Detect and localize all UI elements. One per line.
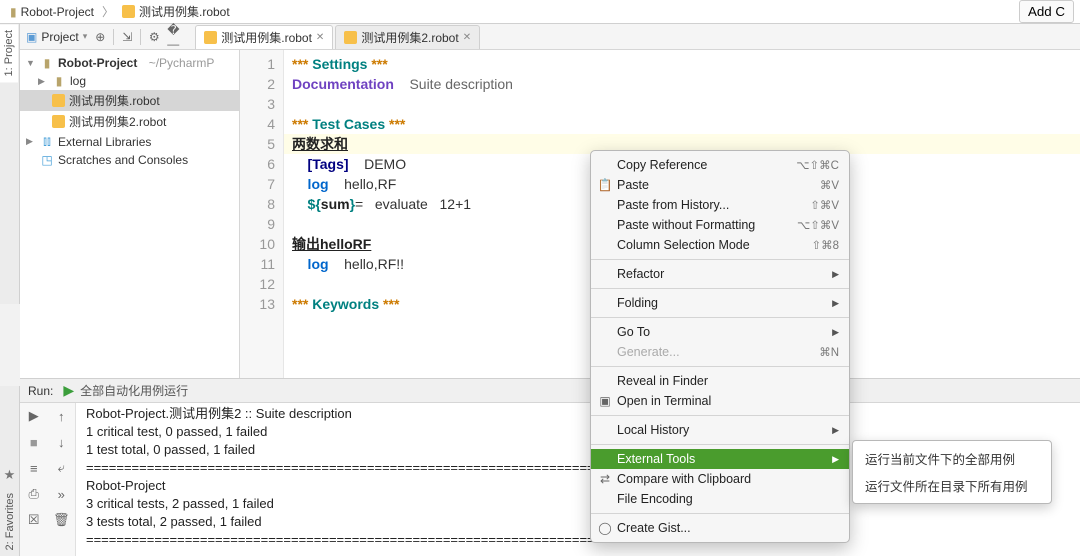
project-tool-tab[interactable]: 1: Project — [0, 24, 18, 82]
ctx-refactor[interactable]: Refactor — [591, 264, 849, 284]
ctx-goto[interactable]: Go To — [591, 322, 849, 342]
library-icon: ⫾⫾ — [40, 134, 54, 149]
editor-tab-1[interactable]: 测试用例集.robot✕ — [195, 25, 333, 49]
run-side-tools: ▶ ↑ ■ ↓ ≡ ⤶ ⎙ » ☒ 🗑 — [20, 403, 76, 556]
down-stack-button[interactable]: ↓ — [48, 429, 76, 455]
clipboard-icon: 📋 — [597, 178, 613, 192]
submenu-run-current-file[interactable]: 运行当前文件下的全部用例 — [853, 445, 1051, 472]
ctx-generate: Generate...⌘N — [591, 342, 849, 362]
ctx-paste[interactable]: 📋Paste⌘V — [591, 175, 849, 195]
folder-icon: ▮ — [40, 56, 54, 70]
line-gutter: 12345678910111213 — [240, 50, 284, 378]
gear-icon[interactable]: ⚙ — [147, 30, 161, 44]
scroll-end-button[interactable]: » — [48, 481, 76, 507]
tree-file-2[interactable]: 测试用例集2.robot — [20, 111, 239, 132]
ctx-compare-clipboard[interactable]: ⇄Compare with Clipboard — [591, 469, 849, 489]
robot-file-icon — [52, 115, 65, 128]
ctx-paste-no-fmt[interactable]: Paste without Formatting⌥⇧⌘V — [591, 215, 849, 235]
ctx-folding[interactable]: Folding — [591, 293, 849, 313]
project-tree-panel: ▼▮Robot-Project ~/PycharmP ▶▮log 测试用例集.r… — [20, 50, 240, 378]
soft-wrap-button[interactable]: ⤶ — [48, 455, 76, 481]
context-menu: Copy Reference⌥⇧⌘C 📋Paste⌘V Paste from H… — [590, 150, 850, 543]
ctx-create-gist[interactable]: ◯Create Gist... — [591, 518, 849, 538]
editor-tab-bar: 测试用例集.robot✕ 测试用例集2.robot✕ — [195, 25, 480, 49]
robot-file-icon — [52, 94, 65, 107]
diff-icon: ⇄ — [597, 472, 613, 486]
tree-log[interactable]: ▶▮log — [20, 72, 239, 90]
ctx-column-select[interactable]: Column Selection Mode⇧⌘8 — [591, 235, 849, 255]
ctx-external-tools[interactable]: External Tools — [591, 449, 849, 469]
stop-button[interactable]: ■ — [20, 429, 48, 455]
editor-tab-2[interactable]: 测试用例集2.robot✕ — [335, 25, 480, 49]
rerun-button[interactable]: ▶ — [20, 403, 48, 429]
ctx-paste-history[interactable]: Paste from History...⇧⌘V — [591, 195, 849, 215]
project-label: ▣Project▾ — [26, 30, 87, 44]
up-stack-button[interactable]: ↑ — [48, 403, 76, 429]
breadcrumb-file[interactable]: 测试用例集.robot — [118, 2, 234, 21]
left-tool-strip: 1: Project — [0, 24, 20, 304]
dropdown-icon[interactable]: ▾ — [83, 31, 88, 42]
run-config[interactable]: ▶全部自动化用例运行 — [63, 382, 188, 399]
ctx-file-encoding[interactable]: File Encoding — [591, 489, 849, 509]
external-tools-submenu: 运行当前文件下的全部用例 运行文件所在目录下所有用例 — [852, 440, 1052, 504]
tree-root[interactable]: ▼▮Robot-Project ~/PycharmP — [20, 54, 239, 72]
tree-file-1[interactable]: 测试用例集.robot — [20, 90, 239, 111]
tree-ext-lib[interactable]: ▶⫾⫾External Libraries — [20, 132, 239, 151]
folder-icon: ▮ — [52, 74, 66, 88]
expand-icon[interactable]: ⇲ — [120, 30, 134, 44]
terminal-icon: ▣ — [597, 394, 613, 408]
ctx-reveal-finder[interactable]: Reveal in Finder — [591, 371, 849, 391]
breadcrumb-bar: ▮Robot-Project 〉 测试用例集.robot Add C — [0, 0, 1080, 24]
close-tab-icon[interactable]: ✕ — [463, 32, 471, 43]
chevron-right-icon: 〉 — [102, 3, 114, 20]
play-icon: ▶ — [63, 382, 74, 399]
close-tab-icon[interactable]: ✕ — [316, 32, 324, 43]
folder-icon: ▮ — [10, 5, 17, 19]
robot-file-icon — [344, 31, 357, 44]
run-header: Run: ▶全部自动化用例运行 — [20, 379, 1080, 403]
close-run-button[interactable]: ☒ — [20, 507, 48, 533]
submenu-run-directory[interactable]: 运行文件所在目录下所有用例 — [853, 472, 1051, 499]
star-icon: ★ — [4, 463, 16, 487]
pin-button[interactable]: ⎙ — [20, 481, 48, 507]
add-config-button[interactable]: Add C — [1019, 0, 1074, 23]
github-icon: ◯ — [597, 521, 613, 535]
ctx-open-terminal[interactable]: ▣Open in Terminal — [591, 391, 849, 411]
project-pane-icon: ▣ — [26, 30, 37, 44]
favorites-tool-tab[interactable]: 2: Favorites — [1, 487, 19, 556]
target-icon[interactable]: ⊕ — [93, 30, 107, 44]
breadcrumb-project[interactable]: ▮Robot-Project — [6, 4, 98, 20]
trash-button[interactable]: 🗑 — [48, 507, 76, 533]
project-toolbar: ▣Project▾ ⊕ ⇲ ⚙ �— 测试用例集.robot✕ 测试用例集2.r… — [20, 24, 1080, 50]
ctx-copy-reference[interactable]: Copy Reference⌥⇧⌘C — [591, 155, 849, 175]
collapse-icon[interactable]: �— — [167, 30, 181, 44]
ctx-local-history[interactable]: Local History — [591, 420, 849, 440]
robot-file-icon — [122, 5, 135, 18]
tree-scratches[interactable]: ◳Scratches and Consoles — [20, 151, 239, 169]
run-label: Run: — [28, 384, 53, 398]
layout-button[interactable]: ≡ — [20, 455, 48, 481]
left-tool-strip-bottom: 2: Favorites ★ — [0, 386, 20, 556]
robot-file-icon — [204, 31, 217, 44]
scratches-icon: ◳ — [40, 153, 54, 167]
